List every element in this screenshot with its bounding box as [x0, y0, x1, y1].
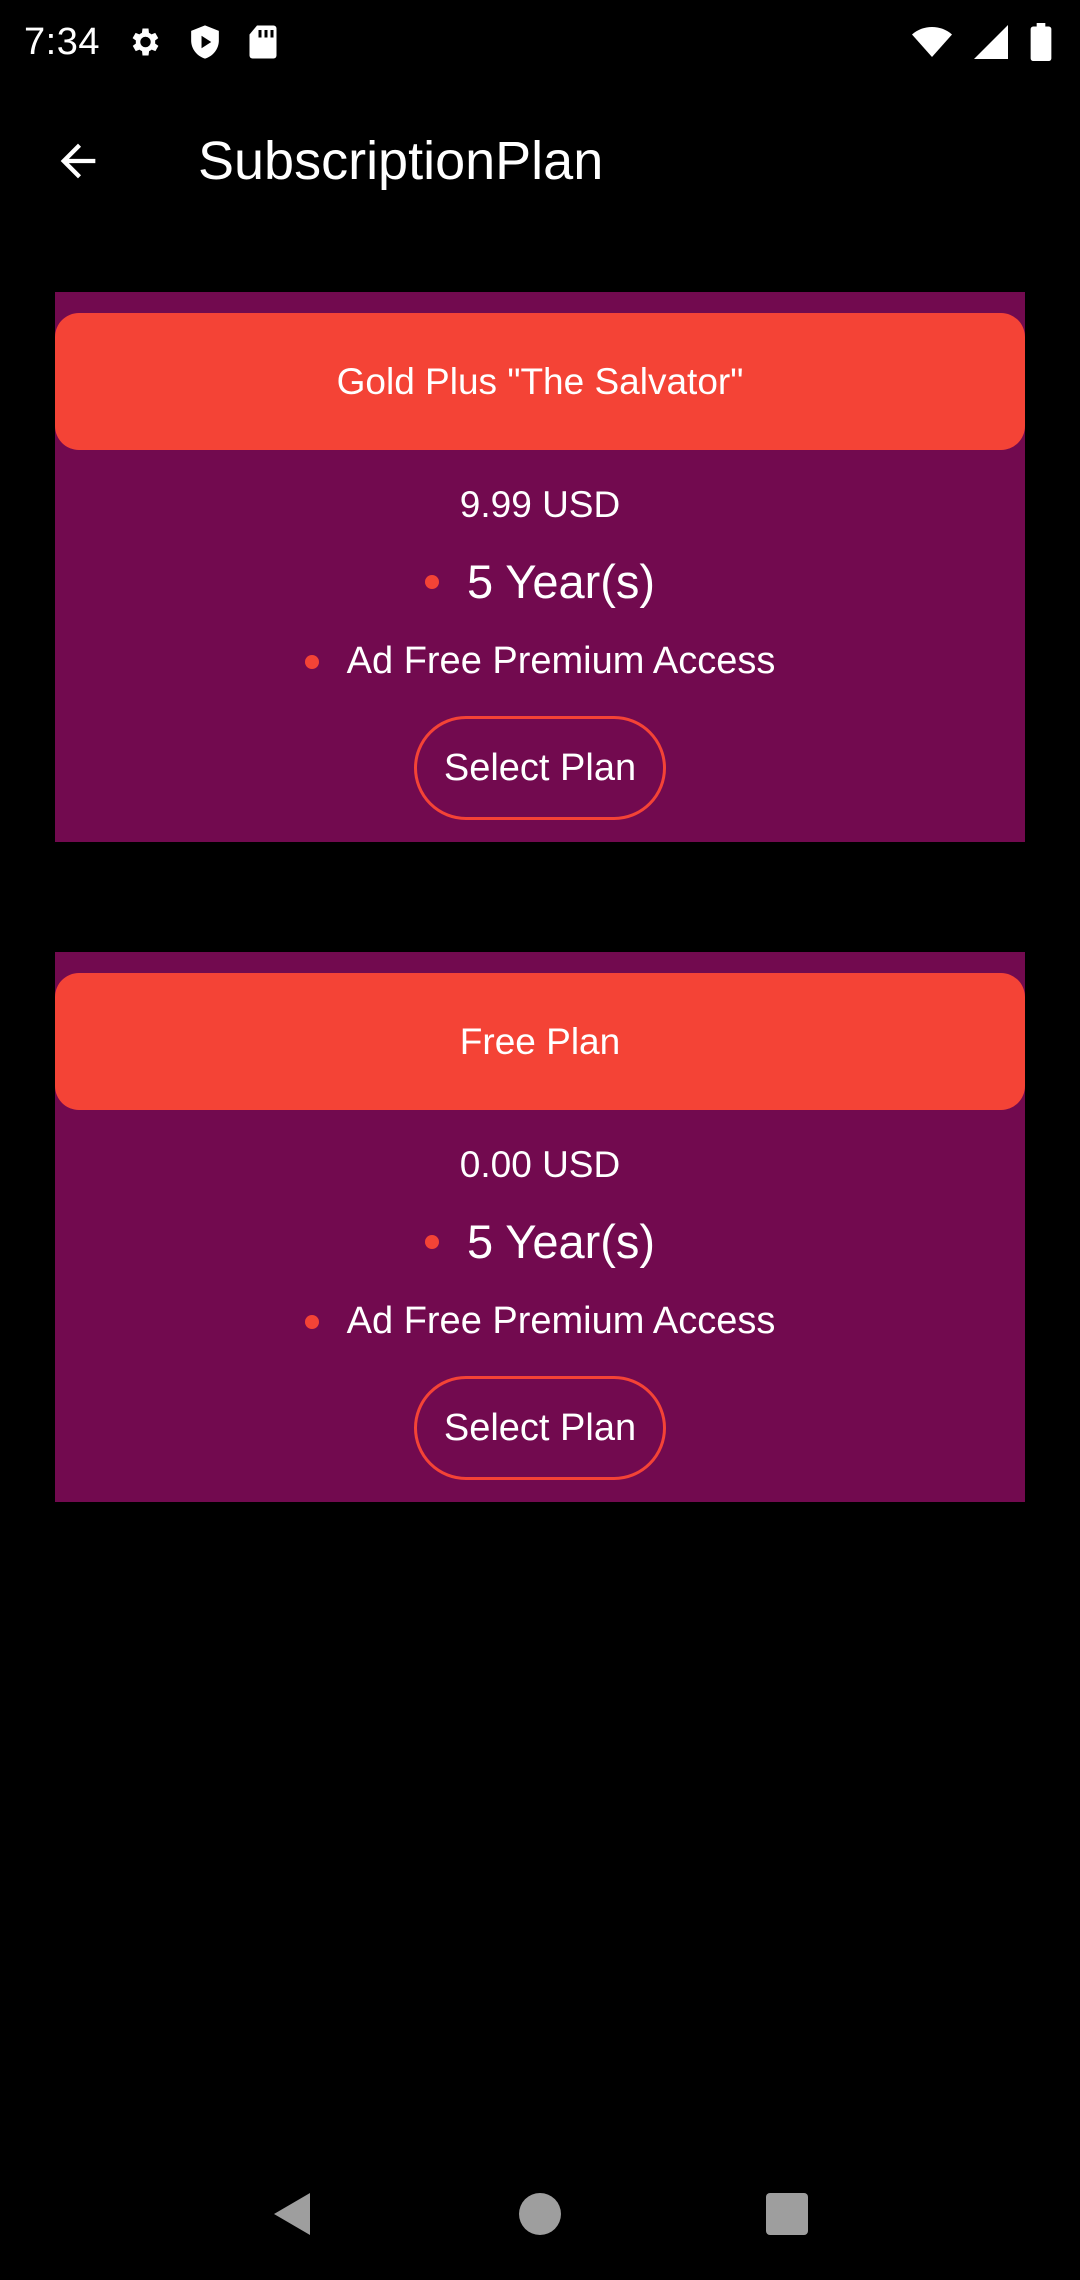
select-plan-button[interactable]: Select Plan: [414, 1376, 666, 1480]
plan-feature: Ad Free Premium Access: [346, 640, 776, 682]
bullet-icon: [304, 1314, 319, 1329]
recents-square-icon: [765, 2193, 808, 2235]
battery-icon: [1030, 23, 1052, 61]
plan-duration-row: 5 Year(s): [55, 554, 1025, 609]
plan-feature: Ad Free Premium Access: [346, 1300, 776, 1342]
select-plan-button[interactable]: Select Plan: [414, 716, 666, 820]
status-left: 7:34: [24, 21, 278, 64]
bullet-icon: [424, 1234, 439, 1249]
plan-price: 0.00 USD: [459, 1144, 621, 1185]
nav-back-button[interactable]: [238, 2159, 348, 2269]
plan-duration-row: 5 Year(s): [55, 1214, 1025, 1269]
app-bar: SubscriptionPlan: [0, 84, 1080, 238]
page-title: SubscriptionPlan: [198, 131, 604, 191]
bullet-icon: [424, 574, 439, 589]
status-time: 7:34: [24, 20, 100, 63]
arrow-left-icon: [60, 143, 96, 179]
back-button[interactable]: [30, 113, 126, 209]
plan-card: Free Plan 0.00 USD 5 Year(s) Ad Free Pre…: [55, 952, 1025, 1502]
plan-price: 9.99 USD: [459, 484, 621, 525]
status-bar: 7:34: [0, 0, 1080, 84]
status-right: [912, 23, 1052, 61]
plan-name: Free Plan: [55, 973, 1025, 1110]
nav-recents-button[interactable]: [732, 2159, 842, 2269]
signal-icon: [974, 25, 1008, 59]
plan-feature-row: Ad Free Premium Access: [55, 1300, 1025, 1343]
nav-home-button[interactable]: [485, 2159, 595, 2269]
system-nav-bar: [0, 2148, 1080, 2280]
back-triangle-icon: [274, 2193, 311, 2235]
sd-card-icon: [248, 24, 278, 60]
plan-card: Gold Plus "The Salvator" 9.99 USD 5 Year…: [55, 292, 1025, 842]
plan-duration: 5 Year(s): [466, 555, 656, 608]
subscription-plan-screen: 7:34 SubscriptionPlan Gold Plus "The Sal…: [0, 0, 1080, 2280]
bullet-icon: [304, 654, 319, 669]
plan-name: Gold Plus "The Salvator": [55, 313, 1025, 450]
home-circle-icon: [518, 2193, 561, 2235]
gear-icon: [126, 24, 162, 60]
shield-play-icon: [188, 24, 222, 60]
wifi-icon: [912, 25, 952, 59]
plan-duration: 5 Year(s): [466, 1215, 656, 1268]
plan-feature-row: Ad Free Premium Access: [55, 640, 1025, 683]
